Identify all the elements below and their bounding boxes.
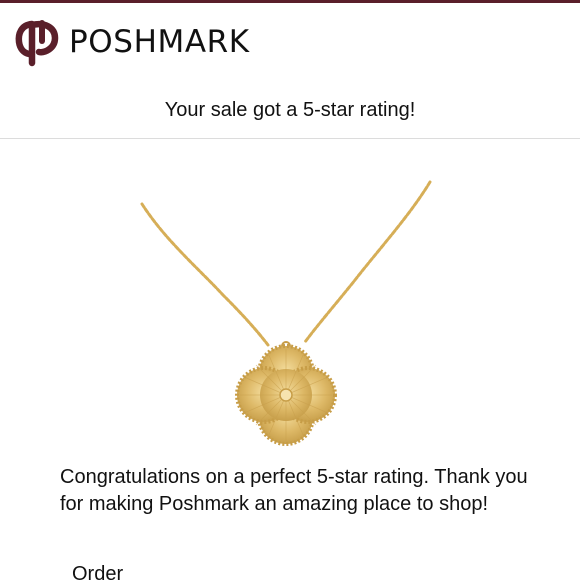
order-section-label: Order <box>72 563 124 585</box>
brand-wordmark[interactable]: POSHMARK <box>69 22 250 62</box>
poshmark-logo-icon[interactable] <box>14 17 60 67</box>
congratulations-message: Congratulations on a perfect 5-star rati… <box>60 466 528 515</box>
email-subject-heading: Your sale got a 5-star rating! <box>164 99 416 121</box>
email-header: POSHMARK <box>0 3 580 79</box>
gold-clover-necklace-icon[interactable] <box>120 170 460 460</box>
header-divider <box>0 138 580 139</box>
